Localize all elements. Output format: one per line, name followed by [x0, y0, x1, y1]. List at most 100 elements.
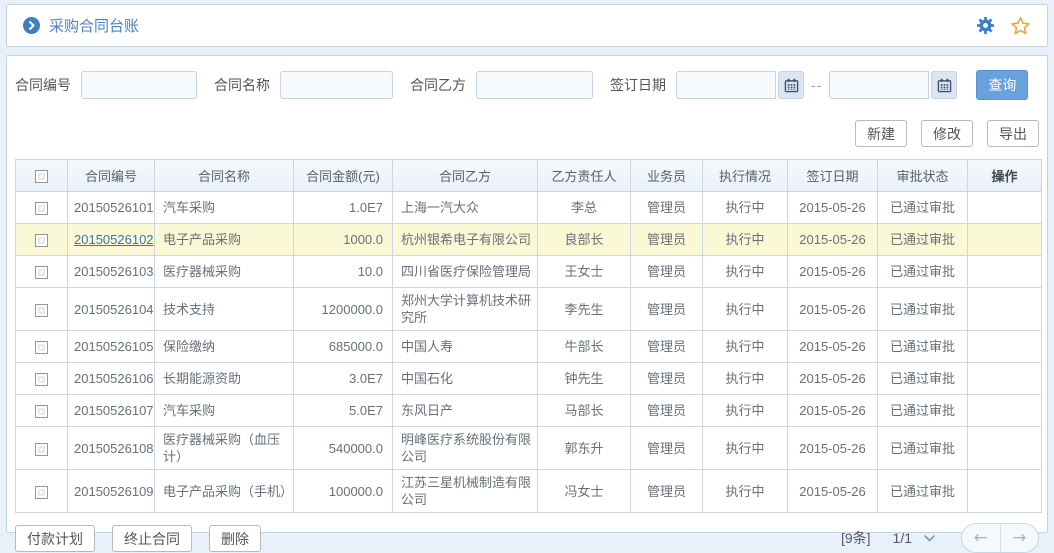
arrow-left-icon[interactable]: ←: [962, 524, 1000, 552]
query-button[interactable]: 查询: [976, 70, 1028, 100]
table-row[interactable]: 20150526101汽车采购1.0E7上海一汽大众李总管理员执行中2015-0…: [16, 192, 1042, 224]
cell-contract-no: 20150526103: [68, 256, 155, 288]
new-button[interactable]: 新建: [855, 120, 907, 147]
table-row[interactable]: 20150526107汽车采购5.0E7东风日产马部长管理员执行中2015-05…: [16, 395, 1042, 427]
cell-approval: 已通过审批: [878, 288, 968, 331]
sign-date-label: 签订日期: [610, 75, 666, 95]
export-button[interactable]: 导出: [987, 120, 1039, 147]
table-row[interactable]: 20150526106长期能源资助3.0E7中国石化钟先生管理员执行中2015-…: [16, 363, 1042, 395]
record-count: [9条]: [841, 528, 871, 548]
column-header: 合同金额(元): [294, 160, 393, 192]
cell-salesman: 管理员: [631, 288, 703, 331]
row-checkbox-cell: [16, 427, 68, 470]
row-checkbox[interactable]: [35, 234, 48, 247]
cell-operation: [968, 288, 1042, 331]
table-row[interactable]: 20150526103医疗器械采购10.0四川省医疗保险管理局王女士管理员执行中…: [16, 256, 1042, 288]
gear-icon[interactable]: [976, 16, 995, 35]
cell-sign-date: 2015-05-26: [788, 256, 878, 288]
date-from-input[interactable]: [676, 71, 776, 99]
column-header: 签订日期: [788, 160, 878, 192]
payment-plan-button[interactable]: 付款计划: [15, 525, 95, 552]
cell-contract-name: 电子产品采购（手机）: [155, 470, 294, 513]
row-checkbox[interactable]: [35, 341, 48, 354]
cell-execution: 执行中: [703, 427, 788, 470]
cell-contract-name: 汽车采购: [155, 192, 294, 224]
date-to-input[interactable]: [829, 71, 929, 99]
pagination: ← →: [961, 523, 1039, 553]
table-row[interactable]: 20150526102电子产品采购1000.0杭州银希电子有限公司良部长管理员执…: [16, 224, 1042, 256]
column-header: 合同乙方: [393, 160, 538, 192]
cell-party-b-person: 冯女士: [538, 470, 631, 513]
cell-operation: [968, 331, 1042, 363]
row-checkbox[interactable]: [35, 405, 48, 418]
cell-party-b-person: 良部长: [538, 224, 631, 256]
row-checkbox[interactable]: [35, 486, 48, 499]
cell-amount: 3.0E7: [294, 363, 393, 395]
table-header-row: 合同编号合同名称合同金额(元)合同乙方乙方责任人业务员执行情况签订日期审批状态操…: [16, 160, 1042, 192]
row-checkbox[interactable]: [35, 202, 48, 215]
row-checkbox-cell: [16, 331, 68, 363]
select-all-header: [16, 160, 68, 192]
row-checkbox[interactable]: [35, 304, 48, 317]
delete-button[interactable]: 删除: [209, 525, 261, 552]
cell-sign-date: 2015-05-26: [788, 395, 878, 427]
cell-amount: 1.0E7: [294, 192, 393, 224]
circle-arrow-right-icon: [23, 17, 40, 34]
cell-contract-no: 20150526105: [68, 331, 155, 363]
date-to-calendar-button[interactable]: [931, 71, 957, 99]
row-checkbox-cell: [16, 395, 68, 427]
row-checkbox-cell: [16, 288, 68, 331]
column-header: 业务员: [631, 160, 703, 192]
row-checkbox[interactable]: [35, 443, 48, 456]
cell-amount: 10.0: [294, 256, 393, 288]
column-header: 合同编号: [68, 160, 155, 192]
cell-operation: [968, 256, 1042, 288]
cell-sign-date: 2015-05-26: [788, 224, 878, 256]
cell-party-b-person: 钟先生: [538, 363, 631, 395]
party-b-input[interactable]: [476, 71, 593, 99]
cell-party-b-person: 郭东升: [538, 427, 631, 470]
cell-contract-name: 医疗器械采购: [155, 256, 294, 288]
cell-sign-date: 2015-05-26: [788, 192, 878, 224]
arrow-right-icon[interactable]: →: [1000, 524, 1039, 552]
main-panel: 合同编号 合同名称 合同乙方 签订日期 --: [6, 55, 1048, 533]
cell-sign-date: 2015-05-26: [788, 470, 878, 513]
table-row[interactable]: 20150526104技术支持1200000.0郑州大学计算机技术研究所李先生管…: [16, 288, 1042, 331]
contract-link[interactable]: 20150526102: [74, 232, 154, 247]
table-row[interactable]: 20150526108医疗器械采购（血压计）540000.0明峰医疗系统股份有限…: [16, 427, 1042, 470]
date-from-calendar-button[interactable]: [778, 71, 804, 99]
cell-party-b: 杭州银希电子有限公司: [393, 224, 538, 256]
contract-no-input[interactable]: [81, 71, 197, 99]
row-checkbox-cell: [16, 363, 68, 395]
cell-execution: 执行中: [703, 331, 788, 363]
cell-amount: 1000.0: [294, 224, 393, 256]
cell-salesman: 管理员: [631, 470, 703, 513]
cell-amount: 685000.0: [294, 331, 393, 363]
chevron-down-icon[interactable]: [924, 535, 935, 542]
calendar-icon: [937, 78, 952, 93]
party-b-label: 合同乙方: [410, 75, 466, 95]
calendar-icon: [784, 78, 799, 93]
contract-name-input[interactable]: [280, 71, 393, 99]
cell-party-b-person: 马部长: [538, 395, 631, 427]
column-header: 操作: [968, 160, 1042, 192]
cell-contract-name: 保险缴纳: [155, 331, 294, 363]
row-checkbox[interactable]: [35, 266, 48, 279]
row-checkbox[interactable]: [35, 373, 48, 386]
cell-execution: 执行中: [703, 256, 788, 288]
terminate-contract-button[interactable]: 终止合同: [112, 525, 192, 552]
cell-contract-no: 20150526109: [68, 470, 155, 513]
cell-approval: 已通过审批: [878, 395, 968, 427]
cell-execution: 执行中: [703, 395, 788, 427]
cell-party-b: 中国人寿: [393, 331, 538, 363]
select-all-checkbox[interactable]: [35, 170, 48, 183]
cell-salesman: 管理员: [631, 363, 703, 395]
cell-approval: 已通过审批: [878, 363, 968, 395]
cell-execution: 执行中: [703, 224, 788, 256]
cell-salesman: 管理员: [631, 427, 703, 470]
modify-button[interactable]: 修改: [921, 120, 973, 147]
table-row[interactable]: 20150526109电子产品采购（手机）100000.0江苏三星机械制造有限公…: [16, 470, 1042, 513]
table-row[interactable]: 20150526105保险缴纳685000.0中国人寿牛部长管理员执行中2015…: [16, 331, 1042, 363]
cell-operation: [968, 395, 1042, 427]
star-outline-icon[interactable]: [1010, 16, 1031, 36]
